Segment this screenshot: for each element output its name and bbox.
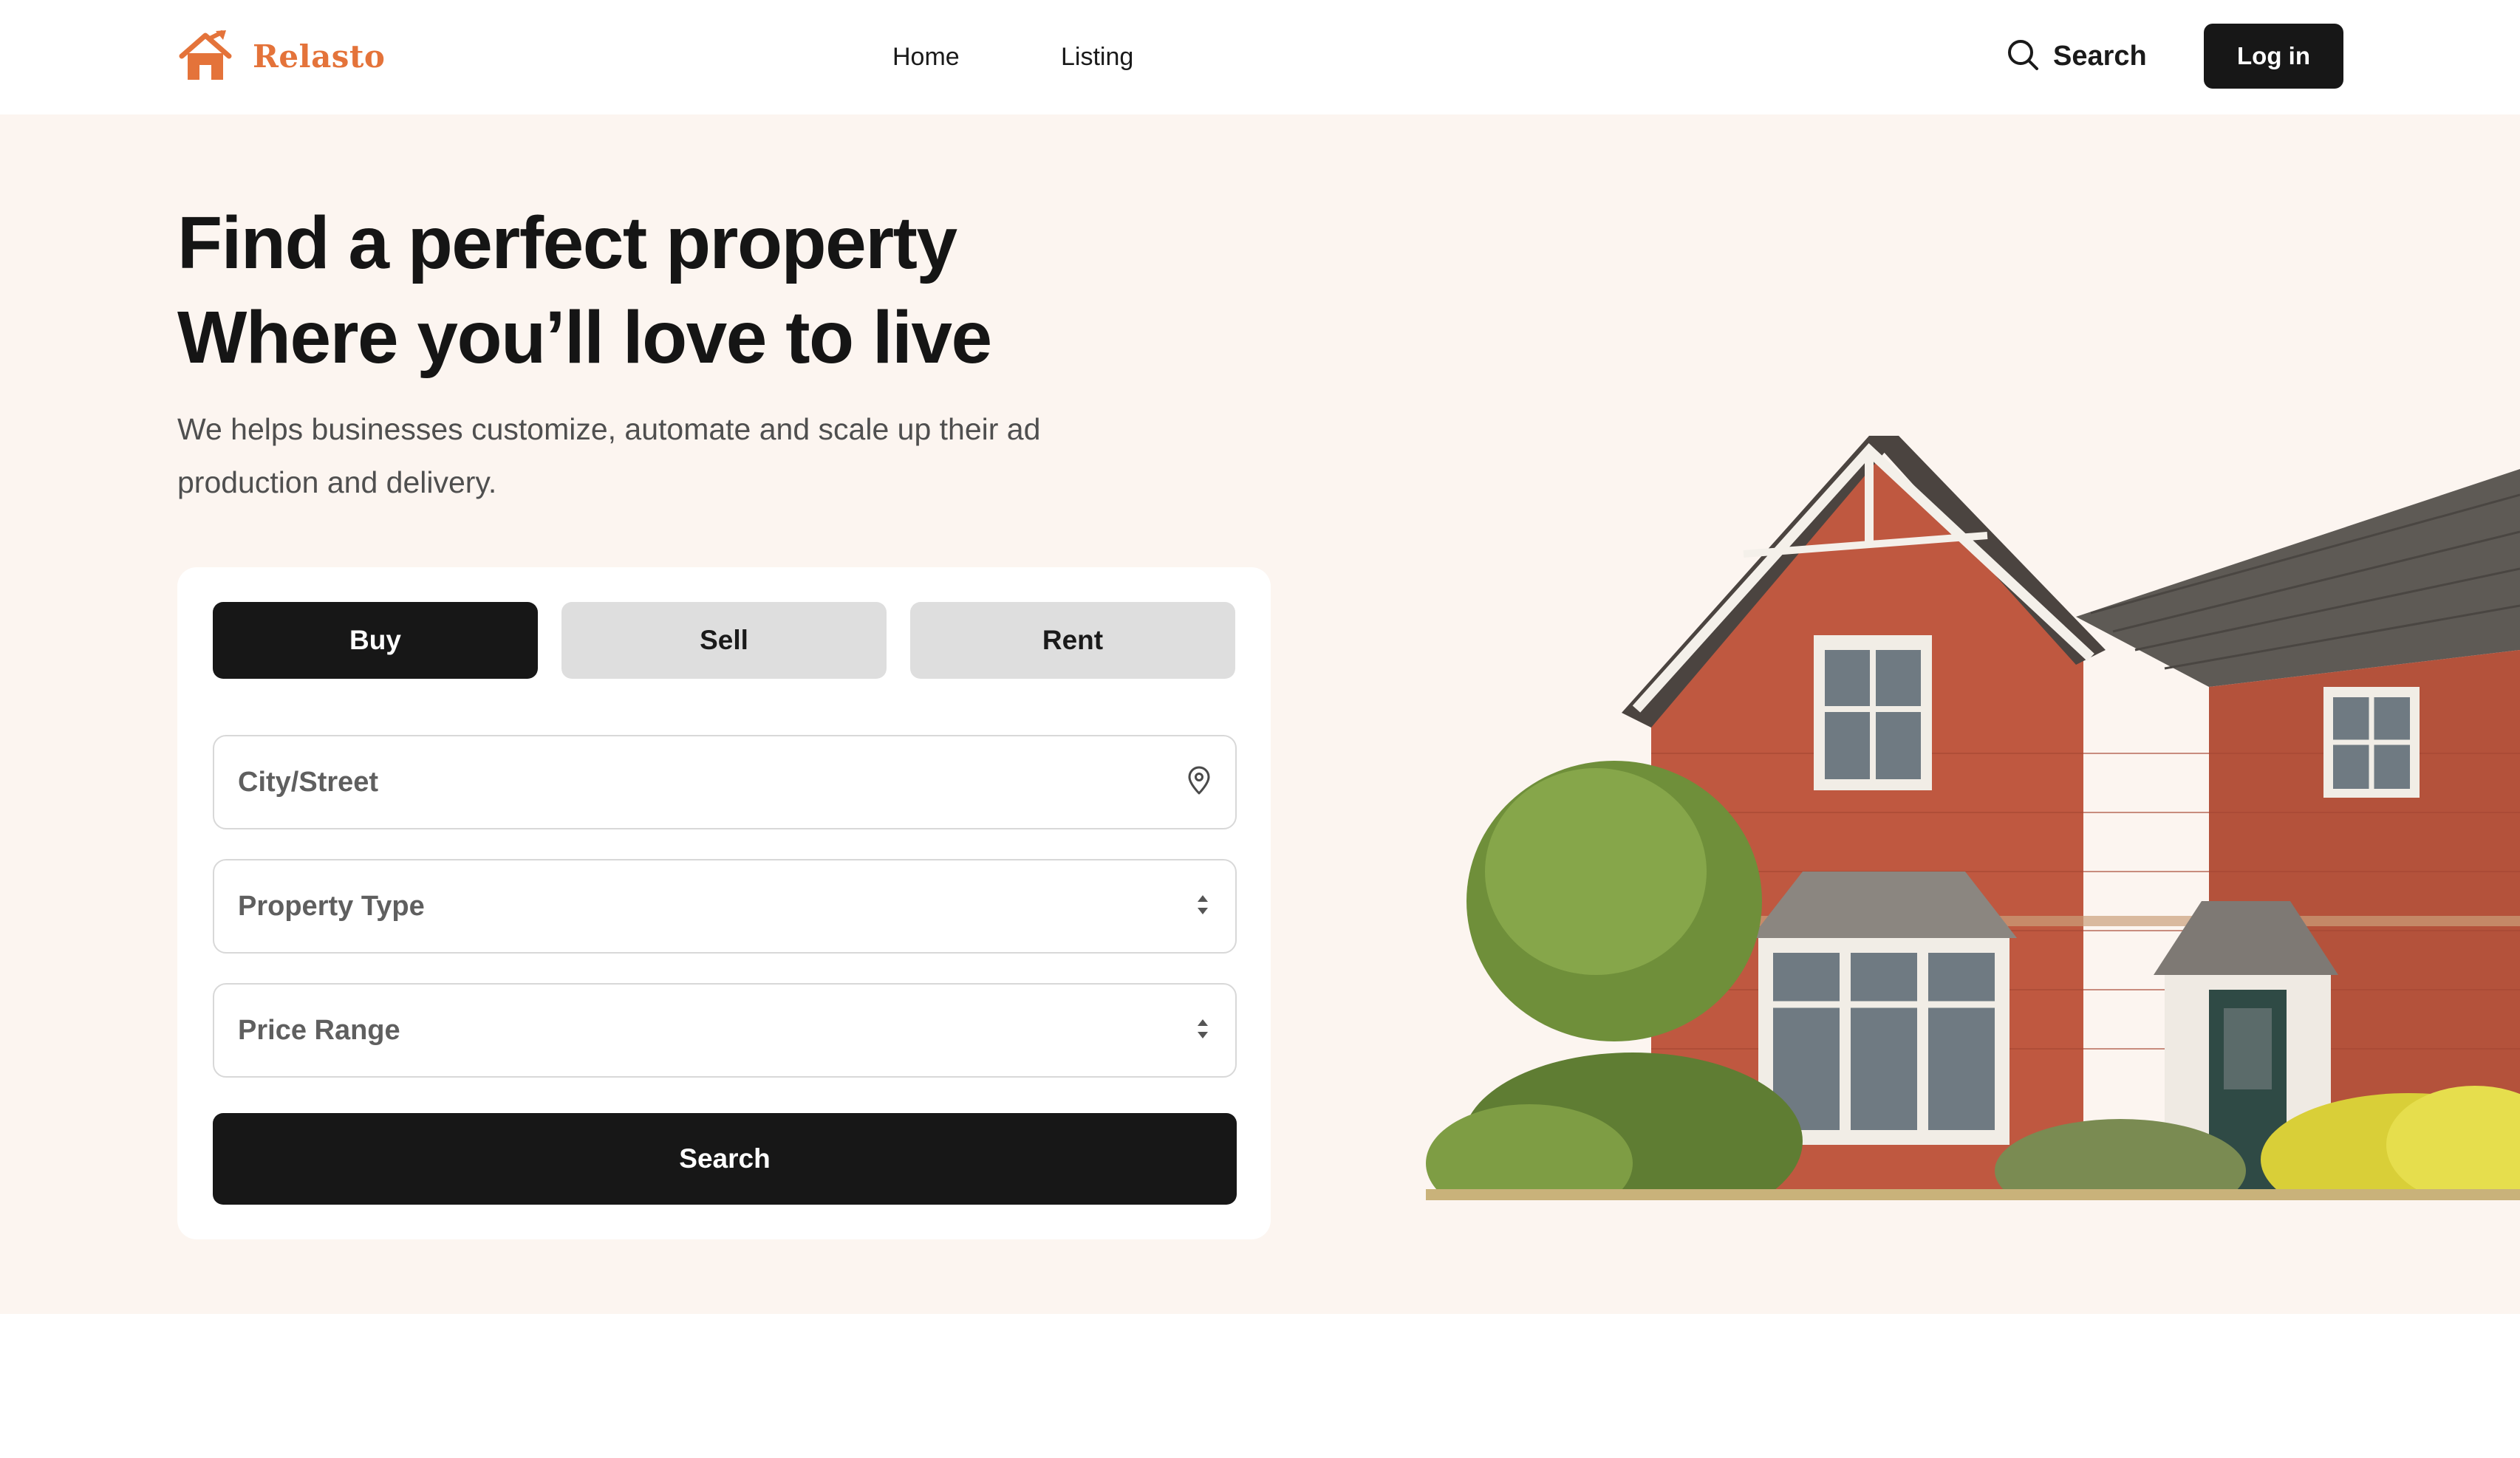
tab-sell[interactable]: Sell <box>561 602 887 679</box>
hero-title-line-1: Find a perfect property <box>177 202 957 284</box>
house-chart-icon <box>177 28 233 84</box>
tab-rent[interactable]: Rent <box>910 602 1235 679</box>
property-search-card: Buy Sell Rent City/Street Property Type <box>177 567 1271 1239</box>
property-type-placeholder: Property Type <box>238 890 425 922</box>
search-mode-tabs: Buy Sell Rent <box>213 602 1235 679</box>
search-submit-button[interactable]: Search <box>213 1113 1237 1205</box>
price-range-select[interactable]: Price Range <box>213 983 1237 1078</box>
brand-logo[interactable]: Relasto <box>177 27 385 86</box>
nav-link-home[interactable]: Home <box>892 43 960 72</box>
hero-house-image <box>1426 340 2520 1200</box>
nav-home[interactable]: Home <box>892 0 960 114</box>
hero-subtitle-line-1: We helps businesses customize, automate … <box>177 412 1041 446</box>
sort-arrows-icon <box>1194 891 1212 922</box>
location-pin-icon <box>1186 766 1212 799</box>
site-header: Relasto Home Listing Search Log in <box>0 0 2520 114</box>
tab-buy[interactable]: Buy <box>213 602 538 679</box>
property-type-select[interactable]: Property Type <box>213 859 1237 954</box>
hero-section: Find a perfect property Where you’ll lov… <box>0 114 2520 1314</box>
brand-name: Relasto <box>253 38 386 75</box>
hero-title-line-2: Where you’ll love to live <box>177 296 992 379</box>
login-button[interactable]: Log in <box>2204 24 2343 89</box>
city-street-placeholder: City/Street <box>238 766 379 798</box>
city-street-input[interactable]: City/Street <box>213 735 1237 829</box>
sort-arrows-icon <box>1194 1016 1212 1046</box>
hero-title: Find a perfect property Where you’ll lov… <box>177 196 1285 385</box>
search-icon <box>2006 38 2040 75</box>
hero-subtitle: We helps businesses customize, automate … <box>177 403 1123 509</box>
nav-link-listing[interactable]: Listing <box>1061 43 1133 72</box>
hero-subtitle-line-2: production and delivery. <box>177 465 497 499</box>
header-search-label: Search <box>2053 40 2147 72</box>
nav-listing[interactable]: Listing <box>1061 0 1133 114</box>
header-search-button[interactable]: Search <box>2006 34 2147 78</box>
price-range-placeholder: Price Range <box>238 1014 400 1046</box>
